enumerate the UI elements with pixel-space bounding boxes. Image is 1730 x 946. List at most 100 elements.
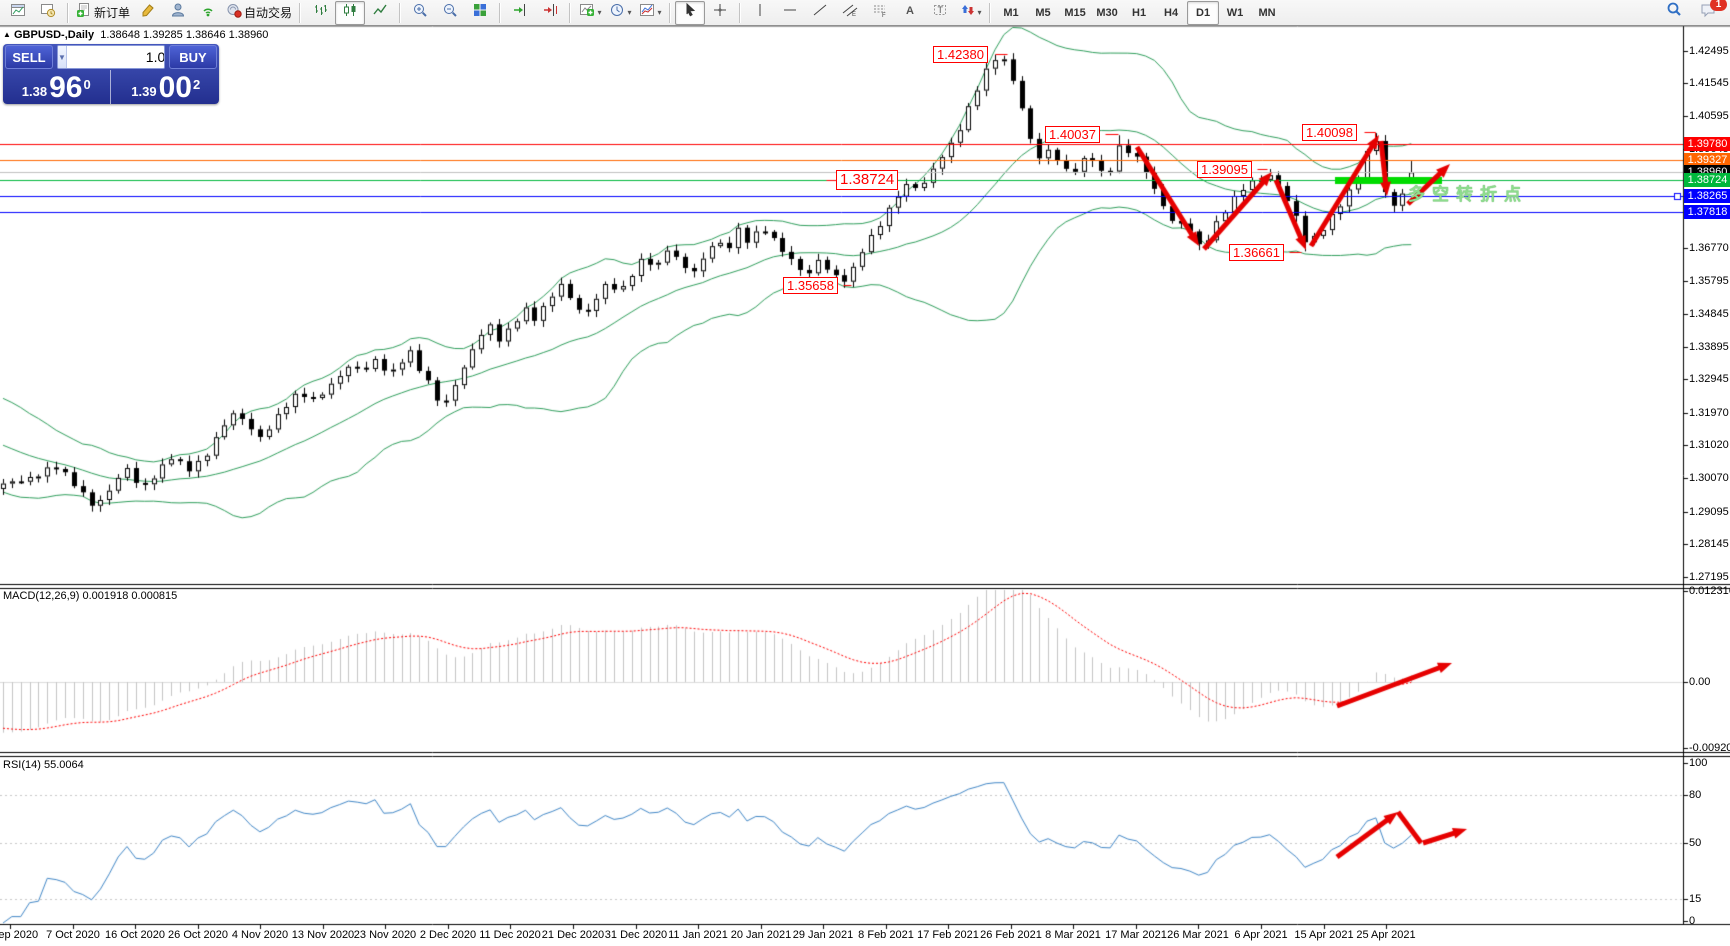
candles-button[interactable] (335, 1, 365, 25)
zoom-in-button[interactable] (405, 1, 435, 25)
auto-scroll-button[interactable] (505, 1, 535, 25)
chart-shift-button[interactable] (535, 1, 565, 25)
metaeditor-icon (140, 2, 156, 23)
bars-button[interactable] (305, 1, 335, 25)
periods-button[interactable]: ▾ (605, 1, 635, 25)
line-chart-button[interactable] (365, 1, 395, 25)
chart-title: GBPUSD-,Daily 1.38648 1.39285 1.38646 1.… (14, 29, 268, 41)
fibonacci-icon: F (872, 2, 888, 23)
hline-button[interactable] (775, 1, 805, 25)
channel-icon: E (842, 2, 858, 23)
timeframe-W1[interactable]: W1 (1219, 1, 1251, 25)
timeframe-M15[interactable]: M15 (1059, 1, 1091, 25)
toolbar-separator (299, 3, 301, 23)
svg-text:A: A (906, 5, 914, 17)
channel-button[interactable]: E (835, 1, 865, 25)
toolbar-separator (399, 3, 401, 23)
timeframe-M5[interactable]: M5 (1027, 1, 1059, 25)
zoom-out-icon (442, 2, 458, 23)
svg-text:E: E (852, 12, 856, 18)
chart-shift-icon (542, 2, 558, 23)
notification-badge: 1 (1710, 0, 1727, 11)
bars-icon (312, 2, 328, 23)
vline-icon (752, 2, 768, 23)
ask-price[interactable]: 1.39 00 2 (113, 70, 220, 104)
profiles-icon (40, 2, 56, 23)
chart-symbol: GBPUSD-,Daily (14, 29, 94, 41)
shapes-button[interactable]: ▾ (955, 1, 985, 25)
navigator-button[interactable] (163, 1, 193, 25)
toolbar-separator (669, 3, 671, 23)
toolbar-separator (739, 3, 741, 23)
timeframe-M30[interactable]: M30 (1091, 1, 1123, 25)
volume-stepper: ▼ ▲ (57, 45, 165, 69)
search-icon (1665, 1, 1683, 24)
oneclick-collapse-icon[interactable]: ▲ (3, 30, 11, 39)
svg-text:F: F (882, 13, 886, 18)
toolbar-separator (499, 3, 501, 23)
templates-icon (639, 2, 655, 23)
sell-button[interactable]: SELL (5, 45, 53, 69)
buy-button[interactable]: BUY (169, 45, 217, 69)
mt4-terminal: 新订单自动交易▾▾▾EFAT▾M1M5M15M30H1H4D1W1MN1 ▲ G… (0, 0, 1730, 946)
crosshair-button[interactable] (705, 1, 735, 25)
vline-button[interactable] (745, 1, 775, 25)
toolbar-separator (989, 3, 991, 23)
line-chart-icon (372, 2, 388, 23)
indicators-icon (579, 2, 595, 23)
trendline-button[interactable] (805, 1, 835, 25)
one-click-trading-panel: SELL ▼ ▲ BUY 1.38 96 0 1.39 00 2 (3, 44, 219, 104)
new-order-icon (76, 2, 92, 23)
signals-icon (200, 2, 216, 23)
ask-price-big: 00 (159, 74, 192, 102)
timeframe-M1[interactable]: M1 (995, 1, 1027, 25)
ask-price-sup: 2 (193, 70, 200, 100)
navigator-icon (170, 2, 186, 23)
timeframe-D1[interactable]: D1 (1187, 1, 1219, 25)
candles-icon (342, 2, 358, 23)
toolbar: 新订单自动交易▾▾▾EFAT▾M1M5M15M30H1H4D1W1MN1 (0, 0, 1730, 26)
signals-button[interactable] (193, 1, 223, 25)
bid-price-prefix: 1.38 (22, 82, 47, 102)
timeframe-MN[interactable]: MN (1251, 1, 1283, 25)
chart-ohlc: 1.38648 1.39285 1.38646 1.38960 (100, 29, 268, 41)
bid-price-sup: 0 (83, 70, 90, 100)
volume-down-button[interactable]: ▼ (58, 46, 67, 68)
bull-bear-turning-point-note: 多空转折点 (1408, 180, 1528, 205)
trendline-icon (812, 2, 828, 23)
text-icon: A (902, 2, 918, 23)
autotrading-icon (226, 2, 242, 23)
text-button[interactable]: A (895, 1, 925, 25)
bid-price[interactable]: 1.38 96 0 (3, 70, 111, 104)
rsi-label: RSI(14) 55.0064 (3, 759, 84, 771)
indicators-button[interactable]: ▾ (575, 1, 605, 25)
profiles-button[interactable] (33, 1, 63, 25)
timeframe-H4[interactable]: H4 (1155, 1, 1187, 25)
new-chart-button[interactable] (3, 1, 33, 25)
new-order-button[interactable]: 新订单 (73, 1, 133, 25)
new-chart-icon (10, 2, 26, 23)
cursor-button[interactable] (675, 1, 705, 25)
periods-icon (609, 2, 625, 23)
zoom-out-button[interactable] (435, 1, 465, 25)
metaeditor-button[interactable] (133, 1, 163, 25)
crosshair-icon (712, 2, 728, 23)
fibonacci-button[interactable]: F (865, 1, 895, 25)
cursor-icon (682, 2, 698, 23)
shapes-icon (959, 2, 975, 23)
chat-button[interactable]: 1 (1693, 1, 1723, 25)
search-button[interactable] (1659, 1, 1689, 25)
autotrading-button[interactable]: 自动交易 (223, 1, 295, 25)
volume-input[interactable] (67, 46, 165, 68)
timeframe-H1[interactable]: H1 (1123, 1, 1155, 25)
toolbar-separator (67, 3, 69, 23)
tile-windows-button[interactable] (465, 1, 495, 25)
hline-icon (782, 2, 798, 23)
label-button[interactable]: T (925, 1, 955, 25)
macd-label: MACD(12,26,9) 0.001918 0.000815 (3, 590, 177, 602)
chart-canvas[interactable] (0, 0, 1730, 946)
svg-text:T: T (938, 5, 944, 15)
label-icon: T (932, 2, 948, 23)
auto-scroll-icon (512, 2, 528, 23)
templates-button[interactable]: ▾ (635, 1, 665, 25)
